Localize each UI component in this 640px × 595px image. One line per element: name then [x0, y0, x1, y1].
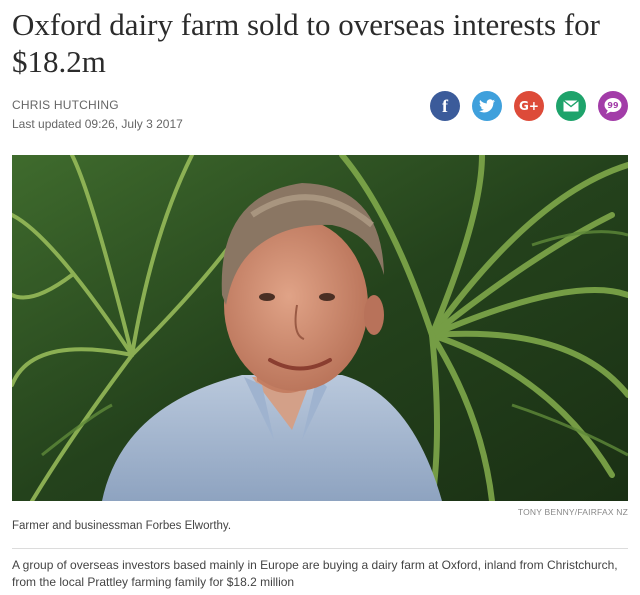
divider	[12, 548, 628, 549]
twitter-bird-icon	[479, 99, 495, 113]
email-icon	[563, 100, 579, 112]
photo-credit: TONY BENNY/FAIRFAX NZ	[517, 507, 628, 517]
share-bar: f G+ 99	[430, 91, 628, 121]
facebook-share-button[interactable]: f	[430, 91, 460, 121]
googleplus-icon: G+	[519, 99, 539, 113]
email-share-button[interactable]	[556, 91, 586, 121]
photo-caption: Farmer and businessman Forbes Elworthy.	[12, 520, 232, 532]
last-updated: Last updated 09:26, July 3 2017	[12, 117, 183, 131]
comment-count: 99	[607, 100, 619, 110]
twitter-share-button[interactable]	[472, 91, 502, 121]
forbes-elworthy-photo	[12, 155, 628, 501]
headline: Oxford dairy farm sold to overseas inter…	[12, 7, 600, 79]
author-byline[interactable]: CHRIS HUTCHING	[12, 98, 119, 112]
facebook-icon: f	[442, 95, 448, 116]
article-lede: A group of overseas investors based main…	[12, 558, 618, 589]
comments-button[interactable]: 99	[598, 91, 628, 121]
article-photo	[12, 155, 628, 501]
googleplus-share-button[interactable]: G+	[514, 91, 544, 121]
